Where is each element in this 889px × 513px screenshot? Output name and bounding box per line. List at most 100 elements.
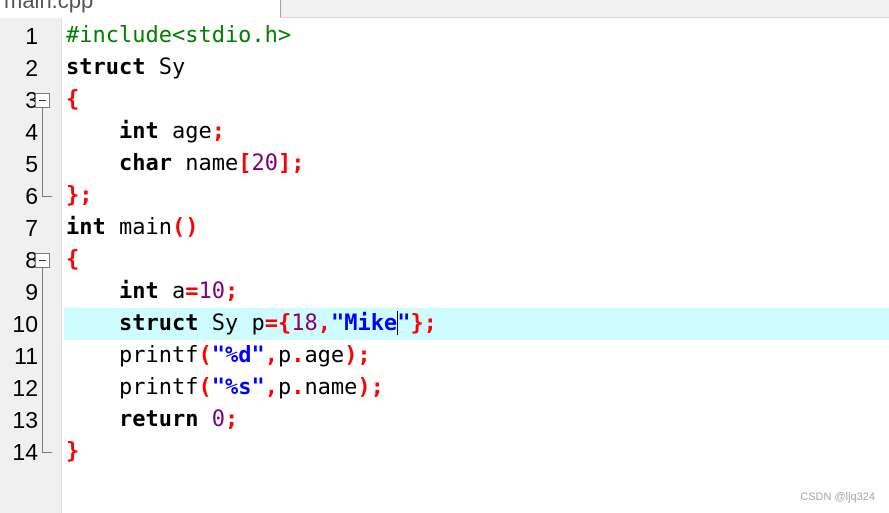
code-token: 20 (251, 151, 278, 176)
line-number: 2 (25, 55, 38, 81)
line-number: 5 (25, 151, 38, 177)
code-line[interactable]: 3{ (0, 84, 889, 116)
code-token: "Mike (330, 311, 398, 336)
code-text[interactable]: struct Sy p={18,"Mike"}; (64, 308, 889, 340)
code-line[interactable]: 1 #include<stdio.h> (0, 20, 889, 52)
line-number: 9 (25, 279, 38, 305)
code-token: Sy (145, 55, 186, 80)
line-number: 12 (12, 375, 38, 401)
code-text[interactable]: { (64, 84, 889, 116)
tab-main-cpp[interactable]: main.cpp (0, 0, 281, 18)
code-text[interactable]: }; (64, 180, 889, 212)
line-number: 14 (12, 439, 38, 465)
code-text[interactable]: struct Sy (64, 52, 889, 84)
code-token: a (158, 279, 186, 304)
line-number: 3 (25, 87, 38, 113)
line-number: 6 (25, 183, 38, 209)
code-line-current[interactable]: 10 struct Sy p={18,"Mike"}; (0, 308, 889, 340)
code-token: ); (357, 375, 384, 400)
code-text[interactable]: return 0; (64, 404, 889, 436)
code-token: . (291, 375, 305, 400)
line-number: 8 (25, 247, 38, 273)
code-line[interactable]: 4 int age; (0, 116, 889, 148)
code-token: char (118, 151, 172, 176)
code-text[interactable]: char name[20]; (64, 148, 889, 180)
code-token: int (118, 279, 159, 304)
code-text[interactable]: int age; (64, 116, 889, 148)
code-token: . (291, 343, 305, 368)
watermark: CSDN @ljq324 (800, 491, 875, 503)
code-token: main (105, 215, 172, 240)
code-text[interactable]: #include<stdio.h> (64, 20, 889, 52)
code-token: struct (66, 55, 146, 80)
code-line[interactable]: 12 printf("%s",p.name); (0, 372, 889, 404)
line-number: 11 (14, 343, 38, 369)
code-area[interactable]: 1 #include<stdio.h> 2 struct Sy 3{4 int age;… (0, 20, 889, 468)
code-token: = (185, 279, 199, 304)
code-token: struct (118, 311, 199, 336)
code-token: }; (410, 311, 437, 336)
tab-bar: main.cpp (0, 0, 889, 18)
code-token: ; (224, 407, 239, 432)
code-line[interactable]: 9 int a=10; (0, 276, 889, 308)
code-token: age (304, 343, 345, 368)
code-token: printf (66, 375, 199, 400)
code-token: ( (198, 343, 212, 368)
code-token: () (171, 215, 199, 240)
fold-collapse-icon[interactable] (35, 93, 50, 108)
code-token: p (277, 343, 292, 368)
code-token: }; (66, 183, 93, 208)
code-line[interactable]: 5 char name[20]; (0, 148, 889, 180)
code-line[interactable]: 11 printf("%d",p.age); (0, 340, 889, 372)
code-token: ); (344, 343, 371, 368)
line-number: 10 (12, 311, 38, 337)
code-line[interactable]: 7 int main() (0, 212, 889, 244)
code-token: #include<stdio.h> (66, 23, 292, 48)
fold-end-marker (42, 452, 52, 453)
code-token: int (118, 119, 159, 144)
code-token: printf (66, 343, 199, 368)
code-token: p (277, 375, 292, 400)
code-token: ; (224, 279, 239, 304)
code-token: , (317, 311, 331, 336)
code-token: ; (211, 119, 225, 144)
code-token: name (171, 151, 239, 176)
fold-collapse-icon[interactable] (35, 253, 50, 268)
code-token: , (264, 343, 278, 368)
code-editor-window: main.cpp 1 #include<stdio.h> 2 struct Sy 3{4… (0, 0, 889, 513)
fold-guide-line (42, 268, 43, 452)
code-text[interactable]: } (64, 436, 889, 468)
code-line[interactable]: 13 return 0; (0, 404, 889, 436)
code-text[interactable]: int main() (64, 212, 889, 244)
code-line[interactable]: 6}; (0, 180, 889, 212)
code-token: , (264, 375, 278, 400)
line-number: 1 (25, 23, 38, 49)
code-token: 18 (291, 311, 318, 336)
code-token: return (118, 407, 199, 432)
fold-guide-line (42, 108, 43, 196)
code-token: ( (198, 375, 212, 400)
line-number: 4 (25, 119, 38, 145)
code-token: " (397, 311, 411, 336)
code-token: } (66, 439, 80, 464)
code-text[interactable]: printf("%s",p.name); (64, 372, 889, 404)
code-token: "%d" (211, 343, 265, 368)
line-number: 13 (12, 407, 38, 433)
code-text[interactable]: { (64, 244, 889, 276)
code-token: { (66, 87, 80, 112)
code-line[interactable]: 14} (0, 436, 889, 468)
code-text[interactable]: int a=10; (64, 276, 889, 308)
code-line[interactable]: 2 struct Sy (0, 52, 889, 84)
code-token: [ (238, 151, 252, 176)
code-token: name (304, 375, 358, 400)
tab-label: main.cpp (4, 0, 94, 13)
code-token: age (158, 119, 212, 144)
code-text[interactable]: printf("%d",p.age); (64, 340, 889, 372)
code-token: int (66, 215, 106, 240)
code-token: 10 (198, 279, 225, 304)
code-line[interactable]: 8{ (0, 244, 889, 276)
